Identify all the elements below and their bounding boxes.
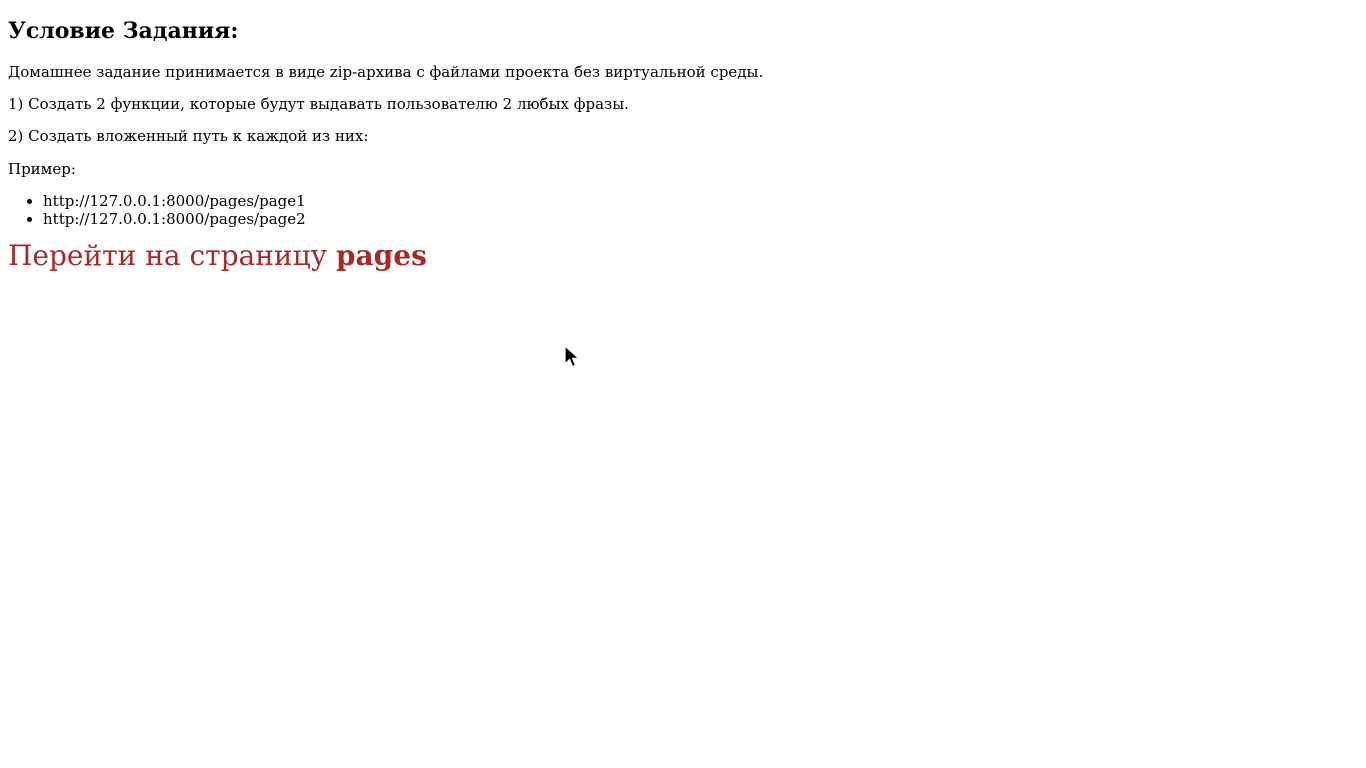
page-title: Условие Задания: — [8, 18, 239, 44]
task-step-2: 2) Создать вложенный путь к каждой из ни… — [8, 127, 369, 145]
example-url-page1: http://127.0.0.1:8000/pages/page1 — [43, 192, 306, 210]
link-text-prefix: Перейти на страницу — [8, 239, 336, 272]
mouse-pointer-icon — [564, 345, 580, 368]
example-url-list: http://127.0.0.1:8000/pages/page1 http:/… — [8, 192, 1358, 228]
task-step-1: 1) Создать 2 функции, которые будут выда… — [8, 95, 629, 113]
example-url-page2: http://127.0.0.1:8000/pages/page2 — [43, 210, 306, 228]
page-content: Условие Задания: Домашнее задание приним… — [0, 0, 1366, 274]
list-item: http://127.0.0.1:8000/pages/page2 — [43, 210, 1358, 228]
example-label: Пример: — [8, 160, 76, 178]
list-item: http://127.0.0.1:8000/pages/page1 — [43, 192, 1358, 210]
go-to-pages-link[interactable]: Перейти на страницу pages — [8, 238, 427, 274]
link-text-pages: pages — [335, 239, 427, 272]
task-description: Домашнее задание принимается в виде zip-… — [8, 63, 764, 81]
